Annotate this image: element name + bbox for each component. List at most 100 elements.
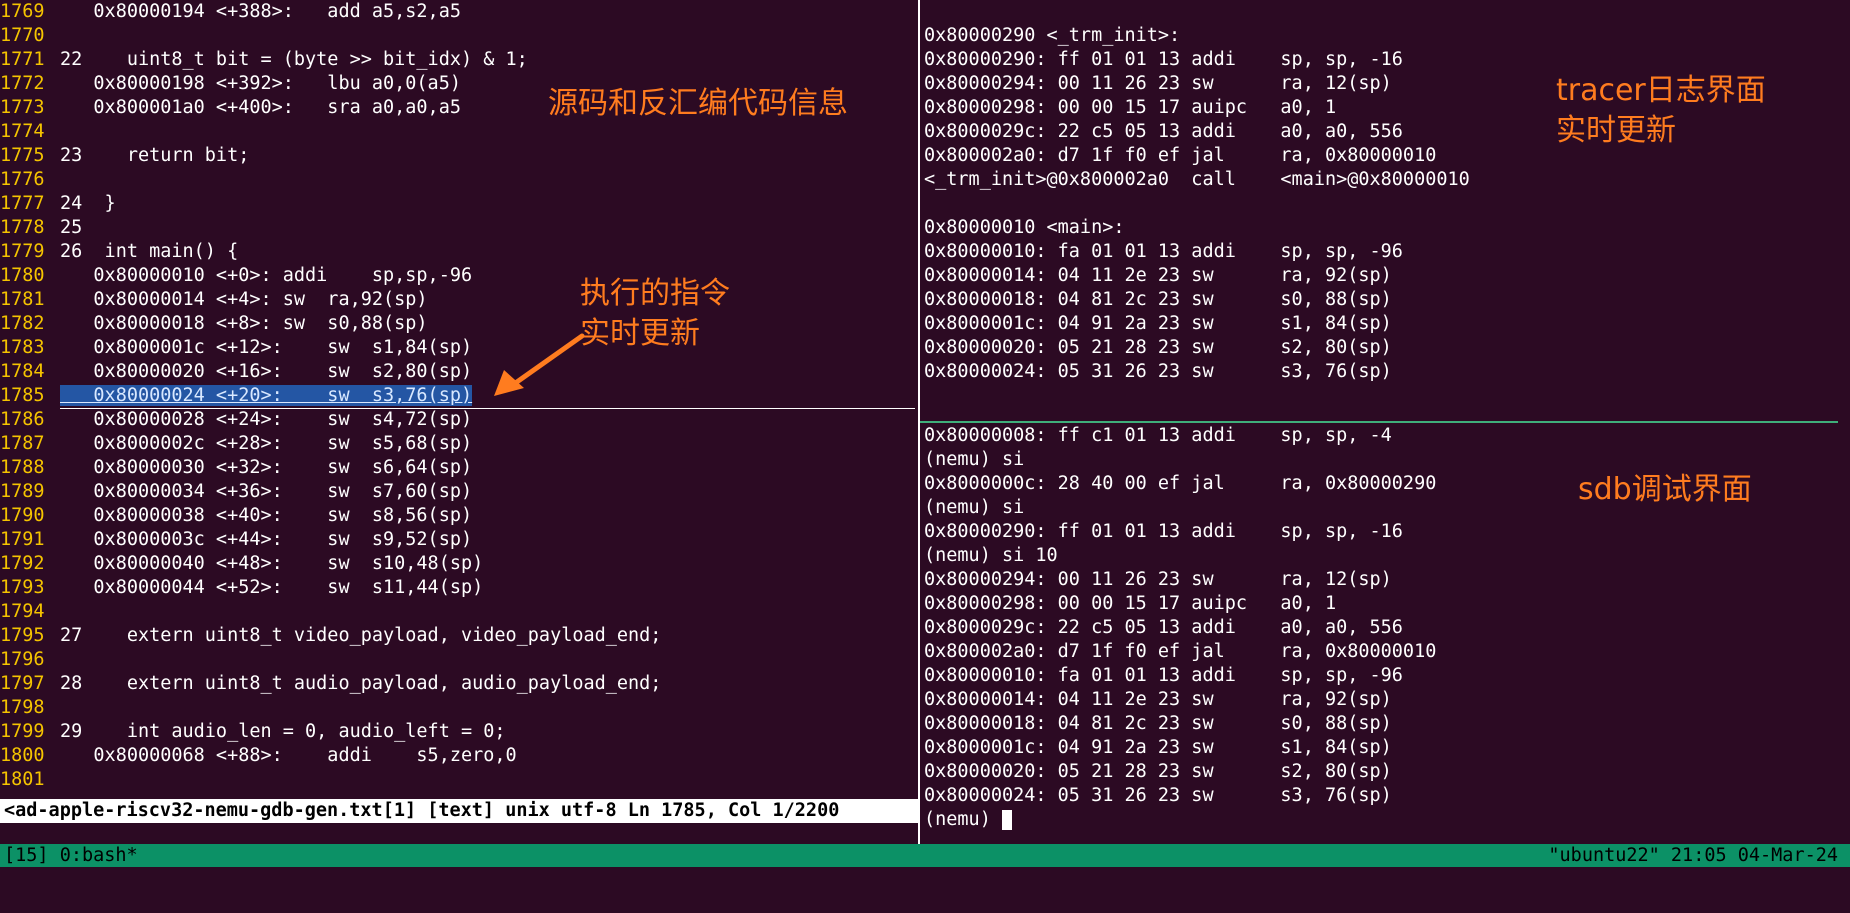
sdb-output-line: 0x8000001c: 04 91 2a 23 sw s1, 84(sp) (924, 737, 1392, 758)
source-line[interactable]: 1801 (0, 768, 918, 792)
annotation-sdb: sdb调试界面 (1578, 472, 1752, 507)
source-line[interactable]: 1793 0x80000044 <+52>: sw s11,44(sp) (0, 576, 918, 600)
line-number: 1789 (0, 481, 45, 502)
line-number: 1772 (0, 73, 45, 94)
source-line[interactable]: 1779 26 int main() { (0, 240, 918, 264)
tracer-log-line: 0x80000014: 04 11 2e 23 sw ra, 92(sp) (924, 265, 1392, 286)
source-line[interactable]: 1775 23 return bit; (0, 144, 918, 168)
source-line[interactable]: 1792 0x80000040 <+48>: sw s10,48(sp) (0, 552, 918, 576)
sdb-output-line: 0x80000010: fa 01 01 13 addi sp, sp, -96 (924, 665, 1403, 686)
source-line[interactable]: 1796 (0, 648, 918, 672)
source-line[interactable]: 1790 0x80000038 <+40>: sw s8,56(sp) (0, 504, 918, 528)
tracer-log-line: 0x80000010: fa 01 01 13 addi sp, sp, -96 (924, 241, 1403, 262)
line-text: 0x80000194 <+388>: add a5,s2,a5 (60, 1, 461, 22)
sdb-output-line: 0x80000290: ff 01 01 13 addi sp, sp, -16 (924, 521, 1403, 542)
line-text: 0x8000002c <+28>: sw s5,68(sp) (60, 433, 473, 454)
source-line[interactable]: 1789 0x80000034 <+36>: sw s7,60(sp) (0, 480, 918, 504)
source-line[interactable]: 1797 28 extern uint8_t audio_payload, aud… (0, 672, 918, 696)
source-line[interactable]: 1782 0x80000018 <+8>: sw s0,88(sp) (0, 312, 918, 336)
tracer-log-line: 0x80000020: 05 21 28 23 sw s2, 80(sp) (924, 337, 1392, 358)
line-text: 0x80000034 <+36>: sw s7,60(sp) (60, 481, 473, 502)
source-line[interactable]: 1800 0x80000068 <+88>: addi s5,zero,0 (0, 744, 918, 768)
source-line[interactable]: 1798 (0, 696, 918, 720)
line-text: 0x80000014 <+4>: sw ra,92(sp) (60, 289, 428, 310)
line-text: 0x80000040 <+48>: sw s10,48(sp) (60, 553, 484, 574)
line-text: 0x80000018 <+8>: sw s0,88(sp) (60, 313, 428, 334)
horizontal-pane-divider[interactable] (920, 421, 1838, 423)
sdb-output-line: 0x80000014: 04 11 2e 23 sw ra, 92(sp) (924, 689, 1392, 710)
sdb-output-line: 0x80000024: 05 31 26 23 sw s3, 76(sp) (924, 785, 1392, 806)
tracer-log-line: 0x80000290 <_trm_init>: (924, 25, 1181, 46)
source-line[interactable]: 1781 0x80000014 <+4>: sw ra,92(sp) (0, 288, 918, 312)
line-number: 1775 (0, 145, 45, 166)
sdb-output-line: 0x80000020: 05 21 28 23 sw s2, 80(sp) (924, 761, 1392, 782)
line-number: 1800 (0, 745, 45, 766)
line-number: 1781 (0, 289, 45, 310)
line-number: 1798 (0, 697, 45, 718)
source-line[interactable]: 1777 24 } (0, 192, 918, 216)
line-text: 0x800001a0 <+400>: sra a0,a0,a5 (60, 97, 461, 118)
source-line[interactable]: 1787 0x8000002c <+28>: sw s5,68(sp) (0, 432, 918, 456)
annotation-exec-line2: 实时更新 (580, 316, 700, 351)
sdb-output-line: 0x800002a0: d7 1f f0 ef jal ra, 0x800000… (924, 641, 1437, 662)
line-text: 0x80000010 <+0>: addi sp,sp,-96 (60, 265, 473, 286)
sdb-output-line: 0x80000294: 00 11 26 23 sw ra, 12(sp) (924, 569, 1392, 590)
annotation-source-info: 源码和反汇编代码信息 (548, 86, 848, 121)
source-line[interactable]: 1778 25 (0, 216, 918, 240)
source-line[interactable]: 1794 (0, 600, 918, 624)
line-text: 23 return bit; (60, 145, 250, 166)
line-text: 28 extern uint8_t audio_payload, audio_p… (60, 673, 662, 694)
annotation-tracer-line2: 实时更新 (1556, 113, 1676, 148)
line-text: 0x80000038 <+40>: sw s8,56(sp) (60, 505, 473, 526)
source-line[interactable]: 1783 0x8000001c <+12>: sw s1,84(sp) (0, 336, 918, 360)
source-line[interactable]: 1791 0x8000003c <+44>: sw s9,52(sp) (0, 528, 918, 552)
line-number: 1793 (0, 577, 45, 598)
line-text: 0x80000068 <+88>: addi s5,zero,0 (60, 745, 517, 766)
line-text: 29 int audio_len = 0, audio_left = 0; (60, 721, 506, 742)
terminal-cursor (1001, 810, 1012, 830)
tracer-log-line: 0x80000024: 05 31 26 23 sw s3, 76(sp) (924, 361, 1392, 382)
line-number: 1785 (0, 385, 45, 406)
source-line[interactable]: 1770 (0, 24, 918, 48)
line-number: 1801 (0, 769, 45, 790)
line-number: 1773 (0, 97, 45, 118)
line-number: 1792 (0, 553, 45, 574)
tracer-log-line: 0x80000010 <main>: (924, 217, 1125, 238)
line-number: 1797 (0, 673, 45, 694)
line-text: 0x80000198 <+392>: lbu a0,0(a5) (60, 73, 461, 94)
tracer-log-line: <_trm_init>@0x800002a0 call <main>@0x800… (924, 169, 1470, 190)
source-line[interactable]: 1799 29 int audio_len = 0, audio_left = 0… (0, 720, 918, 744)
line-number: 1791 (0, 529, 45, 550)
tmux-window-list[interactable]: [15] 0:bash* (4, 844, 138, 867)
source-line[interactable]: 1780 0x80000010 <+0>: addi sp,sp,-96 (0, 264, 918, 288)
source-line[interactable]: 1784 0x80000020 <+16>: sw s2,80(sp) (0, 360, 918, 384)
line-number: 1776 (0, 169, 45, 190)
line-number: 1788 (0, 457, 45, 478)
source-line[interactable]: 1785 0x80000024 <+20>: sw s3,76(sp) (0, 384, 918, 408)
tracer-log-pane[interactable]: 0x80000290 <_trm_init>: 0x80000290: ff 01… (924, 0, 1850, 420)
line-number: 1783 (0, 337, 45, 358)
sdb-prompt-input[interactable]: (nemu) (924, 808, 1850, 832)
source-line[interactable]: 1795 27 extern uint8_t video_payload, vid… (0, 624, 918, 648)
line-number: 1782 (0, 313, 45, 334)
sdb-output-line: 0x8000029c: 22 c5 05 13 addi a0, a0, 556 (924, 617, 1403, 638)
line-text: 0x80000028 <+24>: sw s4,72(sp) (60, 409, 473, 430)
line-number: 1771 (0, 49, 45, 70)
line-number: 1795 (0, 625, 45, 646)
annotation-arrow-icon (494, 333, 585, 396)
line-number: 1794 (0, 601, 45, 622)
source-line[interactable]: 1776 (0, 168, 918, 192)
tmux-status-bar: [15] 0:bash* "ubuntu22" 21:05 04-Mar-24 (0, 844, 1850, 867)
line-number: 1796 (0, 649, 45, 670)
line-number: 1790 (0, 505, 45, 526)
line-number: 1780 (0, 265, 45, 286)
sdb-output-line: 0x80000008: ff c1 01 13 addi sp, sp, -4 (924, 425, 1392, 446)
source-line[interactable]: 1788 0x80000030 <+32>: sw s6,64(sp) (0, 456, 918, 480)
tracer-log-line: 0x80000018: 04 81 2c 23 sw s0, 88(sp) (924, 289, 1392, 310)
line-text: 26 int main() { (60, 241, 239, 262)
sdb-output-line: (nemu) si (924, 449, 1025, 470)
line-text: 0x8000001c <+12>: sw s1,84(sp) (60, 337, 473, 358)
source-line[interactable]: 1786 0x80000028 <+24>: sw s4,72(sp) (0, 408, 918, 432)
source-line[interactable]: 1771 22 uint8_t bit = (byte >> bit_idx) &… (0, 48, 918, 72)
source-line[interactable]: 1769 0x80000194 <+388>: add a5,s2,a5 (0, 0, 918, 24)
